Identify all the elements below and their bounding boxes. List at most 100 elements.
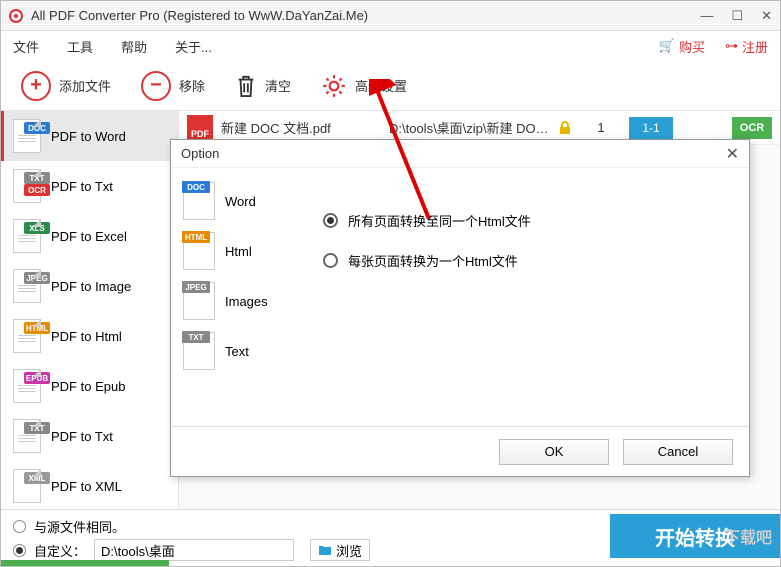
xls-badge: XLS [24, 222, 50, 234]
dialog-tab-images[interactable]: JPEG Images [183, 280, 313, 322]
gear-icon [321, 73, 347, 99]
dialog-tab-html[interactable]: HTML Html [183, 230, 313, 272]
sidebar-label: PDF to Excel [51, 229, 127, 244]
sidebar-label: PDF to Word [51, 129, 126, 144]
dialog-tab-word[interactable]: DOC Word [183, 180, 313, 222]
add-file-button[interactable]: + 添加文件 [21, 71, 111, 101]
sidebar-item-epub[interactable]: EPUB PDF to Epub [1, 361, 178, 411]
dialog-title-text: Option [181, 146, 219, 161]
jpeg-icon: JPEG [182, 281, 210, 293]
close-button[interactable]: ✕ [761, 8, 772, 24]
page-range[interactable]: 1-1 [629, 117, 673, 139]
app-window: All PDF Converter Pro (Registered to WwW… [0, 0, 781, 567]
menu-about[interactable]: 关于... [175, 37, 212, 56]
advanced-label: 高级设置 [355, 76, 407, 95]
remove-button[interactable]: − 移除 [141, 71, 205, 101]
ocr-toggle[interactable]: OCR [732, 117, 772, 139]
ocr-badge: OCR [24, 184, 50, 196]
file-icon: XLS [13, 219, 41, 253]
txt-badge: TXT [24, 422, 50, 434]
sidebar-label: PDF to Txt [51, 179, 113, 194]
sidebar-label: PDF to Html [51, 329, 122, 344]
doc-icon: DOC [182, 181, 210, 193]
maximize-button[interactable]: ☐ [731, 8, 743, 24]
buy-link[interactable]: 🛒 购买 [659, 37, 705, 56]
sidebar: DOC PDF to Word TXTOCR PDF to Txt XLS PD… [1, 111, 179, 509]
file-name: 新建 DOC 文档.pdf [221, 118, 381, 137]
key-icon: ⊶ [725, 38, 738, 54]
window-title: All PDF Converter Pro (Registered to WwW… [31, 8, 700, 23]
browse-button[interactable]: 浏览 [310, 539, 370, 561]
custom-label: 自定义： [34, 541, 86, 560]
html-icon: HTML [182, 231, 210, 243]
sidebar-label: PDF to Txt [51, 429, 113, 444]
radio-single-html[interactable] [323, 213, 338, 228]
dialog-tab-label: Word [225, 194, 256, 209]
file-icon: TXTOCR [13, 169, 41, 203]
sidebar-item-xml[interactable]: XML PDF to XML [1, 461, 178, 509]
output-panel: 与源文件相同。 自定义： 浏览 开始转换 [1, 509, 780, 566]
trash-icon [235, 73, 257, 99]
file-icon: EPUB [13, 369, 41, 403]
jpeg-badge: JPEG [24, 272, 50, 284]
lock-icon [557, 120, 573, 136]
menu-file[interactable]: 文件 [13, 37, 39, 56]
radio-same-source[interactable] [13, 520, 26, 533]
txt-icon: TXT [182, 331, 210, 343]
sidebar-item-excel[interactable]: XLS PDF to Excel [1, 211, 178, 261]
clear-button[interactable]: 清空 [235, 73, 291, 99]
file-icon: TXT [13, 419, 41, 453]
dialog-main: 所有页面转换至同一个Html文件 每张页面转换为一个Html文件 [313, 180, 737, 414]
dialog-tab-text[interactable]: TXT Text [183, 330, 313, 372]
start-convert-button[interactable]: 开始转换 [610, 514, 780, 558]
progress-bar [1, 560, 169, 566]
same-source-label: 与源文件相同。 [34, 517, 125, 536]
clear-label: 清空 [265, 76, 291, 95]
radio-custom[interactable] [13, 544, 26, 557]
ok-button[interactable]: OK [499, 439, 609, 465]
browse-label: 浏览 [336, 541, 362, 560]
dialog-footer: OK Cancel [171, 426, 749, 476]
menu-tools[interactable]: 工具 [67, 37, 93, 56]
menu-help[interactable]: 帮助 [121, 37, 147, 56]
sidebar-item-word[interactable]: DOC PDF to Word [1, 111, 178, 161]
window-controls: — ☐ ✕ [700, 8, 772, 24]
minus-icon: − [141, 71, 171, 101]
epub-badge: EPUB [24, 372, 50, 384]
output-path-input[interactable] [94, 539, 294, 561]
doc-badge: DOC [24, 122, 50, 134]
cancel-button[interactable]: Cancel [623, 439, 733, 465]
sidebar-item-html[interactable]: HTML PDF to Html [1, 311, 178, 361]
page-count: 1 [581, 120, 621, 135]
sidebar-item-txt[interactable]: TXT PDF to Txt [1, 411, 178, 461]
dialog-close-button[interactable]: ✕ [726, 144, 739, 164]
radio-multi-html[interactable] [323, 253, 338, 268]
file-icon: JPEG [13, 269, 41, 303]
menubar: 文件 工具 帮助 关于... 🛒 购买 ⊶ 注册 [1, 31, 780, 61]
file-icon: HTML [13, 319, 41, 353]
sidebar-label: PDF to Epub [51, 379, 125, 394]
app-icon [9, 9, 23, 23]
dialog-tab-label: Images [225, 294, 268, 309]
advanced-settings-button[interactable]: 高级设置 [321, 73, 407, 99]
file-icon: DOC [13, 119, 41, 153]
dialog-tab-label: Html [225, 244, 252, 259]
file-path: D:\tools\桌面\zip\新建 DOC... [389, 118, 549, 137]
txt-badge: TXT [24, 172, 50, 184]
minimize-button[interactable]: — [700, 8, 713, 24]
cart-icon: 🛒 [659, 38, 675, 54]
sidebar-label: PDF to XML [51, 479, 122, 494]
file-icon: XML [13, 469, 41, 503]
sidebar-item-image[interactable]: JPEG PDF to Image [1, 261, 178, 311]
xml-badge: XML [24, 472, 50, 484]
pdf-icon: PDF [187, 115, 213, 141]
folder-icon [318, 544, 332, 556]
sidebar-item-txt-ocr[interactable]: TXTOCR PDF to Txt [1, 161, 178, 211]
sidebar-label: PDF to Image [51, 279, 131, 294]
plus-icon: + [21, 71, 51, 101]
register-link[interactable]: ⊶ 注册 [725, 37, 768, 56]
dialog-titlebar: Option ✕ [171, 140, 749, 168]
html-badge: HTML [24, 322, 50, 334]
opt-single-label: 所有页面转换至同一个Html文件 [348, 211, 531, 230]
remove-label: 移除 [179, 76, 205, 95]
